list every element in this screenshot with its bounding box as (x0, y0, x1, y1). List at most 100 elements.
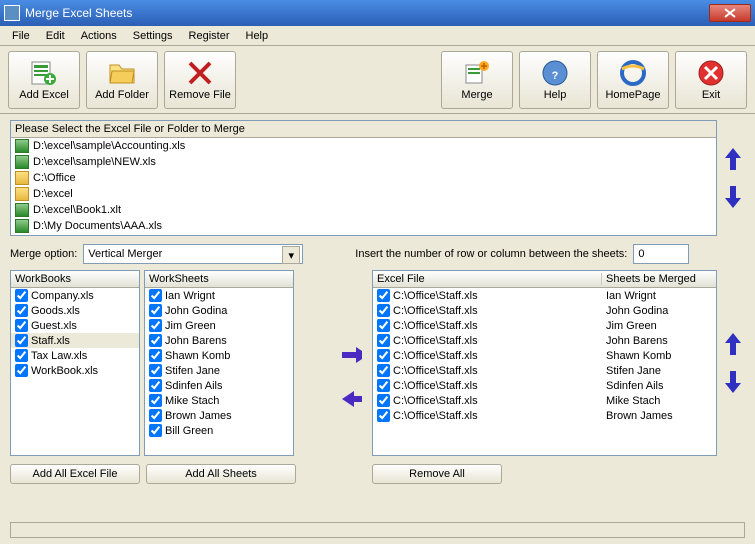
arrow-down-icon (723, 184, 743, 210)
merged-checkbox[interactable] (377, 409, 390, 422)
merged-row[interactable]: C:\Office\Staff.xlsJohn Godina (373, 303, 716, 318)
worksheets-header: WorkSheets (145, 271, 293, 288)
merged-checkbox[interactable] (377, 334, 390, 347)
merged-checkbox[interactable] (377, 289, 390, 302)
merged-move-down-button[interactable] (722, 368, 744, 396)
worksheet-row[interactable]: Mike Stach (145, 393, 293, 408)
merged-file: C:\Office\Staff.xls (393, 395, 478, 407)
file-row[interactable]: D:\excel\sample\Accounting.xls (11, 138, 716, 154)
merged-row[interactable]: C:\Office\Staff.xlsMike Stach (373, 393, 716, 408)
merged-checkbox[interactable] (377, 319, 390, 332)
add-folder-button[interactable]: Add Folder (86, 51, 158, 109)
menu-help[interactable]: Help (238, 28, 277, 44)
file-row[interactable]: D:\My Documents\AAA.xls (11, 218, 716, 234)
worksheet-checkbox[interactable] (149, 394, 162, 407)
merged-row[interactable]: C:\Office\Staff.xlsIan Wrignt (373, 288, 716, 303)
merged-row[interactable]: C:\Office\Staff.xlsJim Green (373, 318, 716, 333)
workbook-row[interactable]: Goods.xls (11, 303, 139, 318)
file-row[interactable]: D:\excel\Book1.xlt (11, 202, 716, 218)
worksheet-row[interactable]: Brown James (145, 408, 293, 423)
menu-register[interactable]: Register (181, 28, 238, 44)
menu-actions[interactable]: Actions (73, 28, 125, 44)
merged-row[interactable]: C:\Office\Staff.xlsJohn Barens (373, 333, 716, 348)
add-excel-button[interactable]: Add Excel (8, 51, 80, 109)
remove-sheet-button[interactable] (340, 385, 362, 413)
worksheet-checkbox[interactable] (149, 364, 162, 377)
worksheet-row[interactable]: Shawn Komb (145, 348, 293, 363)
add-sheet-button[interactable] (340, 341, 362, 369)
file-row[interactable]: D:\excel\sample\NEW.xls (11, 154, 716, 170)
merge-button[interactable]: Merge (441, 51, 513, 109)
close-button[interactable] (709, 4, 751, 22)
app-icon (4, 5, 20, 21)
homepage-button[interactable]: HomePage (597, 51, 669, 109)
workbook-checkbox[interactable] (15, 289, 28, 302)
menu-edit[interactable]: Edit (38, 28, 73, 44)
merged-row[interactable]: C:\Office\Staff.xlsShawn Komb (373, 348, 716, 363)
add-all-excel-button[interactable]: Add All Excel File (10, 464, 140, 484)
worksheet-row[interactable]: John Godina (145, 303, 293, 318)
merged-checkbox[interactable] (377, 364, 390, 377)
merged-header-sheet: Sheets be Merged (602, 273, 712, 285)
merged-file: C:\Office\Staff.xls (393, 365, 478, 377)
workbook-row[interactable]: WorkBook.xls (11, 363, 139, 378)
workbook-checkbox[interactable] (15, 364, 28, 377)
merged-sheet: Jim Green (602, 320, 712, 332)
worksheet-row[interactable]: Bill Green (145, 423, 293, 438)
merge-option-value: Vertical Merger (88, 248, 162, 260)
worksheet-checkbox[interactable] (149, 424, 162, 437)
worksheet-name: Stifen Jane (165, 365, 220, 377)
help-button[interactable]: ? Help (519, 51, 591, 109)
workbook-row[interactable]: Tax Law.xls (11, 348, 139, 363)
worksheet-checkbox[interactable] (149, 349, 162, 362)
remove-file-button[interactable]: Remove File (164, 51, 236, 109)
worksheet-row[interactable]: John Barens (145, 333, 293, 348)
merged-row[interactable]: C:\Office\Staff.xlsBrown James (373, 408, 716, 423)
workbooks-header: WorkBooks (11, 271, 139, 288)
move-up-button[interactable] (722, 145, 744, 173)
worksheet-checkbox[interactable] (149, 319, 162, 332)
folder-icon (108, 59, 136, 87)
insert-row-input[interactable] (633, 244, 689, 264)
workbook-checkbox[interactable] (15, 319, 28, 332)
file-row[interactable]: D:\excel (11, 186, 716, 202)
worksheet-row[interactable]: Ian Wrignt (145, 288, 293, 303)
arrow-up-icon (723, 146, 743, 172)
merged-checkbox[interactable] (377, 379, 390, 392)
worksheets-list[interactable]: WorkSheets Ian WrigntJohn GodinaJim Gree… (144, 270, 294, 456)
window-title: Merge Excel Sheets (25, 6, 709, 20)
merged-checkbox[interactable] (377, 349, 390, 362)
file-row[interactable]: C:\Office (11, 170, 716, 186)
merged-row[interactable]: C:\Office\Staff.xlsStifen Jane (373, 363, 716, 378)
workbook-row[interactable]: Staff.xls (11, 333, 139, 348)
workbook-row[interactable]: Guest.xls (11, 318, 139, 333)
worksheet-row[interactable]: Stifen Jane (145, 363, 293, 378)
menu-file[interactable]: File (4, 28, 38, 44)
remove-all-button[interactable]: Remove All (372, 464, 502, 484)
merged-checkbox[interactable] (377, 394, 390, 407)
workbook-checkbox[interactable] (15, 304, 28, 317)
file-list[interactable]: Please Select the Excel File or Folder t… (10, 120, 717, 236)
merge-option-select[interactable]: Vertical Merger (83, 244, 303, 264)
merged-checkbox[interactable] (377, 304, 390, 317)
worksheet-checkbox[interactable] (149, 379, 162, 392)
merged-move-up-button[interactable] (722, 330, 744, 358)
workbook-checkbox[interactable] (15, 334, 28, 347)
worksheet-row[interactable]: Jim Green (145, 318, 293, 333)
workbook-row[interactable]: Company.xls (11, 288, 139, 303)
worksheet-checkbox[interactable] (149, 289, 162, 302)
workbook-checkbox[interactable] (15, 349, 28, 362)
workbooks-list[interactable]: WorkBooks Company.xlsGoods.xlsGuest.xls S… (10, 270, 140, 456)
merged-row[interactable]: C:\Office\Staff.xlsSdinfen Ails (373, 378, 716, 393)
worksheet-checkbox[interactable] (149, 304, 162, 317)
worksheet-checkbox[interactable] (149, 334, 162, 347)
add-all-sheets-button[interactable]: Add All Sheets (146, 464, 296, 484)
exit-button[interactable]: Exit (675, 51, 747, 109)
move-down-button[interactable] (722, 183, 744, 211)
worksheet-row[interactable]: Sdinfen Ails (145, 378, 293, 393)
arrow-up-icon (723, 331, 743, 357)
workbook-name: Staff.xls (31, 335, 70, 347)
merged-list[interactable]: Excel File Sheets be Merged C:\Office\St… (372, 270, 717, 456)
worksheet-checkbox[interactable] (149, 409, 162, 422)
menu-settings[interactable]: Settings (125, 28, 181, 44)
